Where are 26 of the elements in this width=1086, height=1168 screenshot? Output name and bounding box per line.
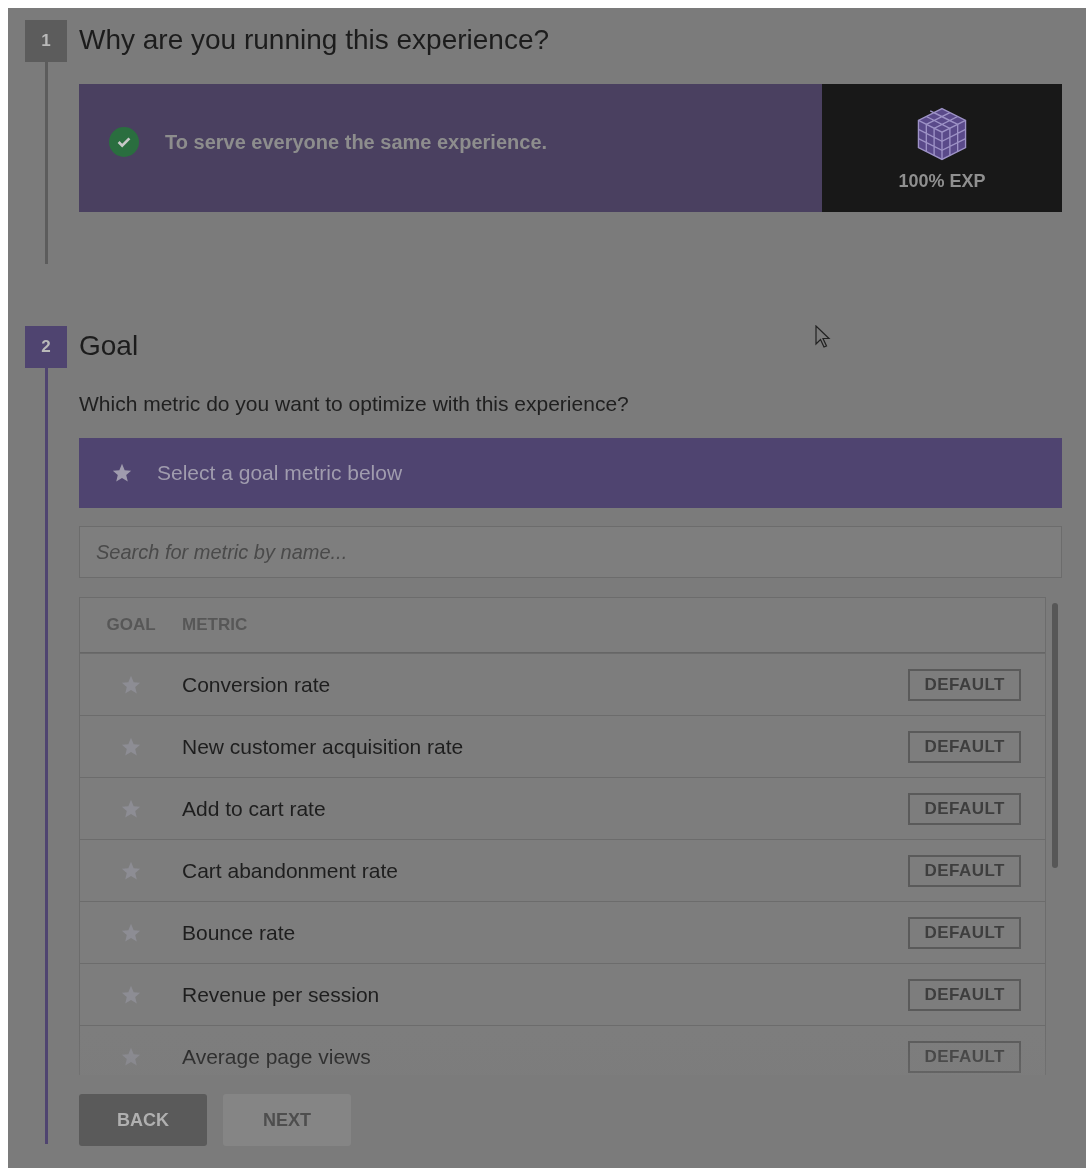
step-title: Goal: [79, 329, 139, 363]
default-tag: DEFAULT: [908, 668, 1021, 701]
metric-name: Bounce rate: [182, 920, 297, 945]
banner-text: Select a goal metric below: [157, 461, 403, 485]
step-number: 2: [25, 326, 67, 368]
step-number: 1: [25, 20, 67, 62]
step-title: Why are you running this experience?: [79, 23, 550, 57]
tag-label: 100% EXP: [898, 170, 986, 192]
default-tag: DEFAULT: [908, 854, 1021, 887]
metric-name: Average page views: [182, 1044, 372, 1069]
default-tag: DEFAULT: [908, 978, 1021, 1011]
scrollbar[interactable]: [1052, 603, 1058, 868]
metric-name: Revenue per session: [182, 982, 381, 1007]
default-tag: DEFAULT: [908, 916, 1021, 949]
option-card[interactable]: To serve everyone the same experience.: [79, 84, 822, 212]
metric-name: Add to cart rate: [182, 796, 327, 821]
option-text: To serve everyone the same experience.: [165, 130, 548, 154]
metric-name: Conversion rate: [182, 672, 332, 697]
back-button[interactable]: BACK: [79, 1094, 207, 1146]
default-tag: DEFAULT: [908, 792, 1021, 825]
metric-name: Cart abandonment rate: [182, 858, 399, 883]
cursor-icon: [815, 325, 831, 349]
metric-name: New customer acquisition rate: [182, 734, 465, 759]
star-icon: [111, 462, 133, 484]
question-text: Which metric do you want to optimize with this experience?: [79, 392, 630, 416]
default-tag: DEFAULT: [908, 730, 1021, 763]
